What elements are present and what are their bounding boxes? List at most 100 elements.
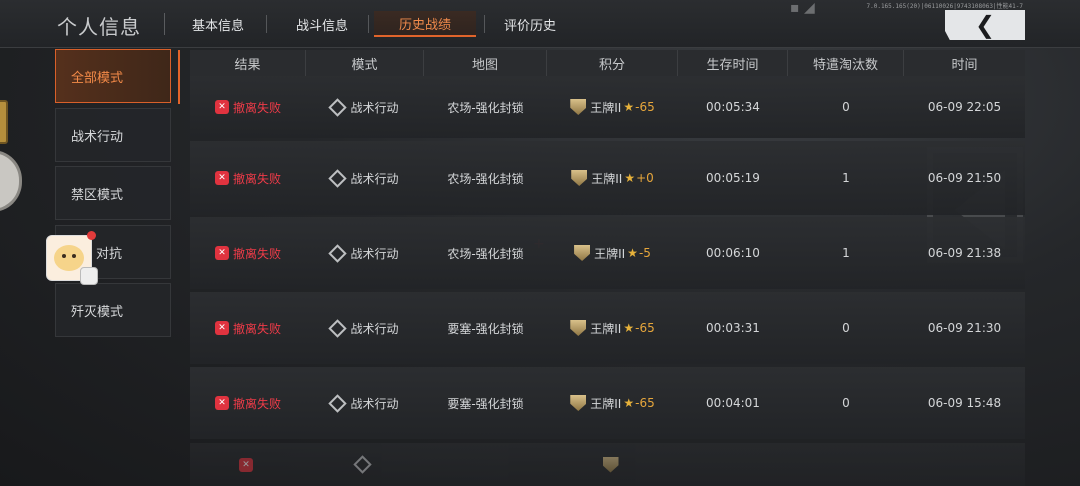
table-header: 结果 模式 地图 积分 生存时间 特遣淘汰数 时间 <box>190 50 1025 76</box>
rank-icon <box>602 456 619 473</box>
survival-time: 00:06:10 <box>706 246 760 260</box>
score-cell: 王牌II ★ -65 <box>547 367 678 439</box>
mode-cell: 战术行动 <box>306 292 424 364</box>
mode-cell: 战术行动 <box>306 217 424 289</box>
background-decoration: ▪ ◢ <box>790 0 815 16</box>
kill-count: 0 <box>842 396 850 410</box>
column-header: 积分 <box>547 50 678 76</box>
mode-text: 战术行动 <box>350 396 399 411</box>
avatar[interactable] <box>0 150 22 212</box>
score-cell: 王牌II ★ -65 <box>547 292 678 364</box>
notification-dot <box>87 231 96 240</box>
kill-count: 0 <box>842 321 850 335</box>
sidebar-item-tactical[interactable]: 战术行动 <box>55 108 171 162</box>
mini-sticker-icon <box>80 267 98 285</box>
rank-icon <box>570 320 587 336</box>
map-text: 农场-强化封锁 <box>447 171 524 186</box>
sidebar-item-restricted[interactable]: 禁区模式 <box>55 166 171 220</box>
page-title: 个人信息 <box>57 15 141 39</box>
sidebar-item-label: 战术行动 <box>71 129 124 145</box>
tab-basic-info[interactable]: 基本信息 <box>178 11 258 37</box>
sidebar-item-label: 全部模式 <box>71 70 124 86</box>
fail-icon: ✕ <box>214 396 229 410</box>
sidebar-item-label: 禁区模式 <box>71 187 124 203</box>
map-text <box>424 443 547 486</box>
kill-count: 0 <box>842 100 850 114</box>
result-text: 撤离失败 <box>232 321 281 336</box>
tab-review-history[interactable]: 评价历史 <box>490 11 570 37</box>
result-text: 撤离失败 <box>232 171 281 186</box>
score-delta: -65 <box>635 321 655 335</box>
back-button[interactable]: ❮ <box>945 10 1025 40</box>
survival-time: 00:04:01 <box>706 396 760 410</box>
kill-count: 1 <box>842 246 850 260</box>
result-cell: ✕ 撤离失败 <box>190 217 306 289</box>
mode-icon <box>328 243 348 263</box>
column-header: 模式 <box>306 50 424 76</box>
score-cell: 王牌II ★ -5 <box>547 217 678 289</box>
map-text: 要塞-强化封锁 <box>447 321 524 336</box>
mode-icon <box>328 168 348 188</box>
star-icon: ★ <box>623 396 635 410</box>
star-icon: ★ <box>623 100 635 114</box>
fail-icon: ✕ <box>214 100 229 114</box>
match-time: 06-09 15:48 <box>927 396 1002 410</box>
mode-cell: 战术行动 <box>306 367 424 439</box>
column-header: 特遣淘汰数 <box>788 50 904 76</box>
table-row[interactable]: ✕ 撤离失败 战术行动 要塞-强化封锁 王牌II ★ -65 00:03:31 0 0… <box>190 292 1025 364</box>
kill-count: 1 <box>842 171 850 185</box>
tab-divider <box>368 15 369 33</box>
rank-text: 王牌II <box>591 171 623 186</box>
star-icon: ★ <box>623 321 635 335</box>
mode-cell: 战术行动 <box>306 76 424 138</box>
map-text: 农场-强化封锁 <box>447 100 524 115</box>
mode-text: 战术行动 <box>350 100 399 115</box>
survival-time: 00:03:31 <box>706 321 760 335</box>
sidebar-item-label: 对抗 <box>96 246 123 262</box>
table-row-partial[interactable]: ✕ <box>190 443 1025 486</box>
rank-badge-icon <box>0 100 8 144</box>
score-delta: -65 <box>635 396 655 410</box>
sidebar-item-all-modes[interactable]: 全部模式 <box>55 49 180 104</box>
survival-time: 00:05:34 <box>706 100 760 114</box>
title-divider <box>164 13 165 35</box>
tab-history-record[interactable]: 历史战绩 <box>374 11 476 37</box>
sidebar-item-label: 歼灭模式 <box>71 304 124 320</box>
result-cell: ✕ 撤离失败 <box>190 141 306 215</box>
mode-icon <box>328 97 348 117</box>
survival-time: 00:05:19 <box>706 171 760 185</box>
rank-icon <box>571 170 588 186</box>
mode-text: 战术行动 <box>350 246 399 261</box>
sticker-face-icon <box>54 245 84 271</box>
score-delta: +0 <box>636 171 654 185</box>
score-cell <box>547 443 678 486</box>
column-header: 时间 <box>951 57 978 73</box>
map-text: 要塞-强化封锁 <box>447 396 524 411</box>
tab-battle-info[interactable]: 战斗信息 <box>282 11 362 37</box>
match-time: 06-09 21:30 <box>927 321 1002 335</box>
table-row[interactable]: ✕ 撤离失败 战术行动 农场-强化封锁 王牌II ★ -5 00:06:10 1 06… <box>190 217 1025 289</box>
mode-text: 战术行动 <box>350 171 399 186</box>
table-row[interactable]: ✕ 撤离失败 战术行动 农场-强化封锁 王牌II ★ +0 00:05:19 1 06… <box>190 141 1025 215</box>
column-header: 结果 <box>190 50 306 76</box>
result-text: 撤离失败 <box>232 246 281 261</box>
result-text: 撤离失败 <box>232 100 281 115</box>
column-header: 生存时间 <box>678 50 788 76</box>
top-bar: 个人信息 基本信息 战斗信息 历史战绩 评价历史 ▪ ◢ 7.0.165.165… <box>0 0 1080 48</box>
rank-text: 王牌II <box>590 396 622 411</box>
sidebar-item-annihilation[interactable]: 歼灭模式 <box>55 283 171 337</box>
result-cell: ✕ 撤离失败 <box>190 76 306 138</box>
table-row[interactable]: ✕ 撤离失败 战术行动 要塞-强化封锁 王牌II ★ -65 00:04:01 0 0… <box>190 367 1025 439</box>
mode-icon <box>328 318 348 338</box>
mode-cell: 战术行动 <box>306 141 424 215</box>
status-text: 7.0.165.165(20)|06110026|9743108063|性能41… <box>866 3 1024 10</box>
score-delta: -65 <box>635 100 655 114</box>
star-icon: ★ <box>624 171 636 185</box>
score-cell: 王牌II ★ +0 <box>547 141 678 215</box>
column-header: 地图 <box>424 50 547 76</box>
match-time: 06-09 21:38 <box>927 246 1002 260</box>
result-cell: ✕ <box>190 443 306 486</box>
rank-icon <box>570 99 587 115</box>
table-row[interactable]: ✕ 撤离失败 战术行动 农场-强化封锁 王牌II ★ -65 00:05:34 0 0… <box>190 76 1025 138</box>
result-cell: ✕ 撤离失败 <box>190 367 306 439</box>
